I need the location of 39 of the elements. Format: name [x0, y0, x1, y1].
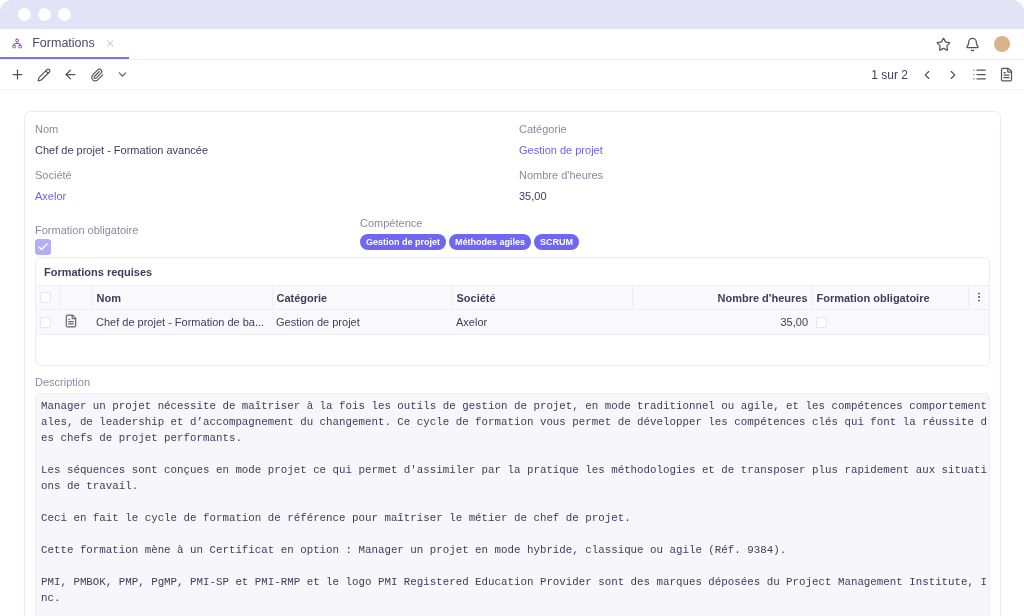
- skill-tag: SCRUM: [534, 234, 580, 250]
- table-cell: Axelor: [452, 309, 632, 335]
- field-value: Chef de projet - Formation avancée: [35, 144, 210, 156]
- table-cell: Gestion de projet: [272, 309, 452, 335]
- field-value: 35,00: [519, 190, 548, 202]
- bell-icon[interactable]: [965, 36, 980, 52]
- check-icon: [37, 241, 49, 253]
- column-header[interactable]: Formation obligatoire: [812, 285, 969, 310]
- field-label: Société: [35, 169, 73, 181]
- pencil-icon[interactable]: [37, 67, 51, 82]
- table-cell: 35,00: [632, 309, 812, 335]
- category-link[interactable]: Gestion de projet: [519, 144, 990, 156]
- paperclip-icon[interactable]: [90, 67, 104, 82]
- hierarchy-icon: [12, 36, 23, 50]
- back-icon[interactable]: [63, 67, 78, 82]
- column-header[interactable]: Nombre d'heures: [632, 285, 812, 310]
- description-field[interactable]: Manager un projet nécessite de maîtriser à la fois les outils de gestion de projet, en mode traditionnel ou agile, et les compétences comportementales, de leadership et d’accompagnement du changement. Ce cycle de formation vous permet de développer les compétences clés qui font la réussite des chefs de projet performants. Les séquences sont conçues en mode projet ce qui permet d'assimiler par la pratique les méthodologies et de transposer plus rapidement aux situations de travail. Ceci en fait le cycle de formation de référence pour maîtriser le métier de chef de projet. Cette formation mène à un Certificat en option : Manager un projet en mode hybride, classique ou agile (Réf. 9384). PMI, PMBOK, PMP, PgMP, PMI-SP et PMI-RMP et le logo PMI Registered Education Provider sont des marques déposées du Project Management Institute, Inc.: [35, 393, 990, 616]
- star-icon[interactable]: [936, 36, 951, 52]
- column-header[interactable]: Société: [452, 285, 632, 310]
- field-label: Nom: [35, 123, 60, 135]
- column-header[interactable]: Nom: [92, 285, 272, 310]
- skill-tag: Méthodes agiles: [449, 234, 532, 250]
- form-view-icon[interactable]: [999, 67, 1014, 82]
- list-view-icon[interactable]: [972, 67, 987, 82]
- document-icon[interactable]: [64, 314, 78, 328]
- tab[interactable]: Formations: [0, 29, 129, 59]
- company-link[interactable]: Axelor: [35, 190, 519, 202]
- field-label: Catégorie: [519, 123, 568, 135]
- field-label: Nombre d'heures: [519, 169, 605, 181]
- column-header[interactable]: Catégorie: [272, 285, 452, 310]
- skill-tag: Gestion de projet: [360, 234, 446, 250]
- panel-title: Formations requises: [44, 266, 153, 278]
- pager-text: 1 sur 2: [871, 67, 908, 82]
- field-label: Description: [35, 376, 91, 388]
- field-label: Compétence: [360, 217, 424, 229]
- field-label: Formation obligatoire: [35, 224, 140, 236]
- checkbox[interactable]: [35, 239, 51, 255]
- add-icon[interactable]: [10, 67, 25, 82]
- table-cell: Chef de projet - Formation de ba...: [92, 309, 272, 335]
